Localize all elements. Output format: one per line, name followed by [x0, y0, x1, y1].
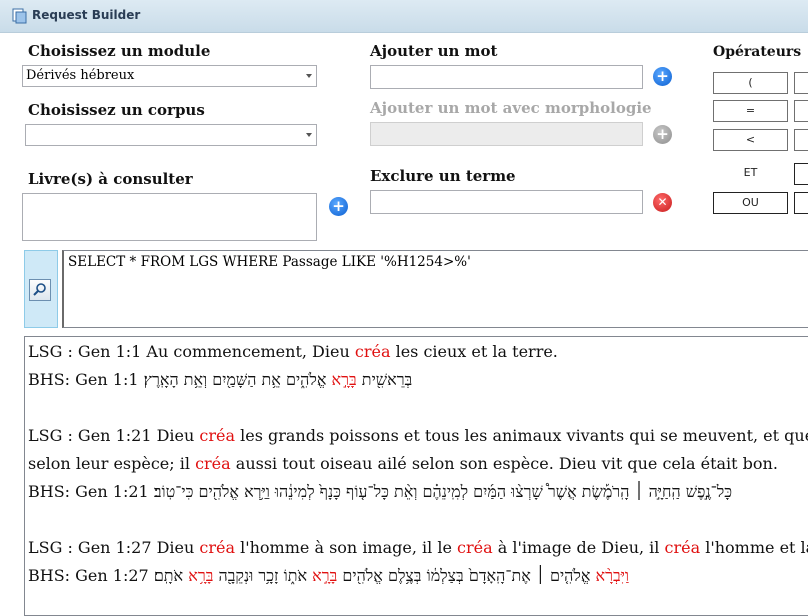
verse-text: Dieu — [151, 538, 200, 557]
window-title: Request Builder — [32, 8, 141, 22]
result-bhs-line: BHS: Gen 1:21 כָּל־נֶ֣פֶשׁ הַֽחַיָּ֣ה ׀ … — [28, 482, 732, 502]
operator-paren-open-button[interactable]: ( — [713, 72, 788, 94]
highlighted-word: créa — [195, 454, 231, 473]
result-lsg-line: LSG : Gen 1:27 Dieu créa l'homme à son i… — [28, 538, 808, 557]
highlighted-word: בָּרָ֣א — [331, 370, 357, 389]
operators-label: Opérateurs — [713, 44, 802, 60]
hebrew-text: וַיִּבְרָ֨א אֱלֹהִ֤ים ׀ אֶת־הָֽאָדָם֙ בְ… — [153, 566, 630, 585]
query-text: SELECT * FROM LGS WHERE Passage LIKE '%H… — [68, 254, 471, 270]
operator-button-partial[interactable] — [794, 192, 808, 214]
add-word-morph-input[interactable] — [370, 122, 643, 146]
operator-or-button[interactable]: OU — [713, 192, 788, 214]
corpus-label: Choisissez un corpus — [28, 101, 205, 119]
verse-text: Dieu — [151, 426, 200, 445]
plus-circle-icon: + — [332, 197, 345, 215]
add-word-morph-button[interactable]: + — [653, 125, 672, 144]
highlighted-word: בָּרָ֣א — [312, 566, 338, 585]
add-word-input[interactable] — [370, 65, 643, 89]
books-label: Livre(s) à consulter — [28, 170, 193, 188]
verse-ref: LSG : Gen 1:21 — [28, 426, 152, 445]
highlighted-word: בָּרָ֥א — [188, 566, 214, 585]
add-word-button[interactable]: + — [653, 67, 672, 86]
exclude-term-input[interactable] — [370, 190, 643, 214]
magnifier-icon — [33, 283, 46, 296]
operator-button-partial[interactable] — [794, 129, 808, 151]
verse-text: à l'image de Dieu, il — [492, 538, 665, 557]
highlighted-word: créa — [664, 538, 701, 557]
exclude-term-button[interactable]: ✕ — [653, 193, 672, 212]
result-lsg-line: selon leur espèce; il créa aussi tout oi… — [28, 454, 778, 473]
result-lsg-line: LSG : Gen 1:21 Dieu créa les grands pois… — [28, 426, 808, 445]
verse-ref: BHS: Gen 1:21 — [28, 482, 149, 501]
verse-text: l'homme à son image, il le — [235, 538, 458, 557]
title-bar: Request Builder — [0, 0, 808, 33]
module-select-value: Dérivés hébreux — [26, 68, 135, 83]
module-label: Choisissez un module — [28, 42, 211, 60]
operator-less-than-button[interactable]: < — [713, 129, 788, 151]
plus-circle-icon: + — [656, 67, 669, 85]
exclude-term-label: Exclure un terme — [370, 167, 516, 185]
hebrew-text: כָּל־נֶ֣פֶשׁ הַֽחַיָּ֣ה ׀ הָֽרֹמֶ֡שֶׂת א… — [153, 482, 733, 501]
highlighted-word: créa — [354, 342, 391, 361]
highlighted-word: créa — [457, 538, 493, 557]
x-circle-icon: ✕ — [657, 195, 668, 209]
chevron-down-icon — [306, 74, 312, 78]
verse-text: l'homme et la fer — [705, 538, 808, 557]
verse-ref: LSG : Gen 1:1 — [28, 342, 142, 361]
verse-text: les grands poissons et tous les animaux … — [235, 426, 808, 445]
chevron-down-icon — [306, 133, 312, 137]
add-word-label: Ajouter un mot — [370, 42, 498, 60]
query-editor[interactable]: SELECT * FROM LGS WHERE Passage LIKE '%H… — [62, 250, 808, 328]
verse-ref: BHS: Gen 1:27 — [28, 566, 149, 585]
verse-ref: BHS: Gen 1:1 — [28, 370, 139, 389]
operator-equals-button[interactable]: = — [713, 100, 788, 122]
corpus-select[interactable] — [25, 124, 317, 146]
operator-and-button[interactable]: ET — [713, 163, 788, 185]
verse-ref: LSG : Gen 1:27 — [28, 538, 152, 557]
plus-circle-icon: + — [656, 125, 669, 143]
operator-button-partial[interactable] — [794, 163, 808, 185]
verse-text: les cieux et la terre. — [390, 342, 558, 361]
result-bhs-line: BHS: Gen 1:1 בְּרֵאשִׁ֖ית בָּרָ֣א אֱלֹהִ… — [28, 370, 412, 390]
verse-text: Au commencement, Dieu — [141, 342, 355, 361]
execute-search-button[interactable] — [29, 279, 51, 301]
highlighted-word: וַיִּבְרָ֨א — [595, 566, 630, 585]
highlighted-word: créa — [199, 426, 236, 445]
result-bhs-line: BHS: Gen 1:27 וַיִּבְרָ֨א אֱלֹהִ֤ים ׀ אֶ… — [28, 566, 629, 586]
highlighted-word: créa — [199, 538, 236, 557]
app-window-icon — [12, 8, 27, 24]
books-list[interactable] — [22, 193, 317, 241]
operator-button-partial[interactable] — [794, 100, 808, 122]
result-lsg-line: LSG : Gen 1:1 Au commencement, Dieu créa… — [28, 342, 558, 361]
verse-text: selon leur espèce; il — [28, 454, 196, 473]
add-word-morph-label: Ajouter un mot avec morphologie — [370, 99, 652, 117]
results-panel[interactable]: LSG : Gen 1:1 Au commencement, Dieu créa… — [24, 336, 808, 616]
operator-button-partial[interactable] — [794, 72, 808, 94]
add-book-button[interactable]: + — [329, 197, 348, 216]
verse-text: aussi tout oiseau ailé selon son espèce.… — [230, 454, 778, 473]
module-select[interactable]: Dérivés hébreux — [22, 65, 317, 87]
hebrew-text: בְּרֵאשִׁ֖ית בָּרָ֣א אֱלֹהִ֑ים אֵ֥ת הַשָ… — [143, 370, 413, 389]
